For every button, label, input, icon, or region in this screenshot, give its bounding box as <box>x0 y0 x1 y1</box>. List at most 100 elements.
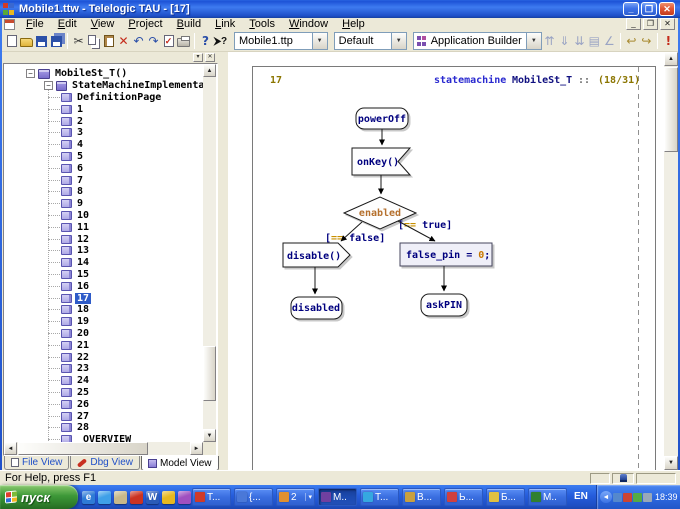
start-button[interactable]: пуск <box>0 485 78 509</box>
new-button[interactable] <box>4 32 19 50</box>
close-button[interactable]: ✕ <box>659 2 675 16</box>
tree-node-root[interactable]: − MobileSt_T() <box>26 68 129 79</box>
scroll-down-icon[interactable]: ▼ <box>664 456 678 470</box>
save-all-button[interactable] <box>49 32 64 50</box>
mdi-minimize-button[interactable]: _ <box>626 18 641 30</box>
messenger-icon[interactable] <box>98 491 111 504</box>
configuration-combobox[interactable]: Default ▼ <box>334 32 407 50</box>
workspace-menu-button[interactable]: ▾ <box>193 53 203 62</box>
tree-page-24[interactable]: 24 <box>61 375 91 386</box>
menu-item-project[interactable]: Project <box>121 18 169 31</box>
build-alert-button[interactable]: ! <box>661 32 676 50</box>
context-help-button[interactable]: ⮞? <box>213 32 228 50</box>
tray-clock[interactable]: 18:39 <box>655 492 678 502</box>
scroll-up-icon[interactable]: ▲ <box>203 64 216 77</box>
tree-page-6[interactable]: 6 <box>61 163 85 174</box>
scroll-left-icon[interactable]: ◄ <box>4 442 17 455</box>
tree-page-13[interactable]: 13 <box>61 245 91 256</box>
task-tau-document[interactable]: Т... <box>192 488 231 506</box>
tree-hscrollbar-thumb[interactable] <box>18 442 148 455</box>
tree-implementation-label[interactable]: StateMachineImplementation c <box>70 80 203 91</box>
task-mobile1-tau[interactable]: М.. <box>318 488 357 506</box>
tree-page-28[interactable]: 28 <box>61 422 91 433</box>
paste-button[interactable] <box>101 32 116 50</box>
workspace-close-button[interactable]: ✕ <box>205 53 215 62</box>
menu-item-tools[interactable]: Tools <box>242 18 282 31</box>
navigate-back-button[interactable]: ↩ <box>624 32 639 50</box>
task-code-window[interactable]: {... <box>234 488 273 506</box>
collapse-icon[interactable]: − <box>26 69 35 78</box>
tree-page-17[interactable]: 17 <box>61 293 91 304</box>
chevron-down-icon[interactable]: ▼ <box>526 33 541 49</box>
chevron-down-icon[interactable]: ▼ <box>312 33 327 49</box>
tree-page-27[interactable]: 27 <box>61 411 91 422</box>
task-window-8[interactable]: Б... <box>486 488 525 506</box>
tree-page-18[interactable]: 18 <box>61 304 91 315</box>
tree-page-11[interactable]: 11 <box>61 222 91 233</box>
cut-button[interactable]: ✂ <box>71 32 86 50</box>
tray-chevron-icon[interactable]: ◄ <box>600 491 612 503</box>
tree-page-9[interactable]: 9 <box>61 198 85 209</box>
tree-page-8[interactable]: 8 <box>61 186 85 197</box>
tree-page-16[interactable]: 16 <box>61 281 91 292</box>
show-desktop-icon[interactable] <box>114 491 127 504</box>
undo-button[interactable]: ↶ <box>131 32 146 50</box>
sheet-button[interactable]: ▤ <box>587 32 602 50</box>
import-down-button[interactable]: ⇓ <box>557 32 572 50</box>
tray-antivirus-icon[interactable] <box>623 493 632 502</box>
chevron-down-icon[interactable]: ▼ <box>391 33 406 49</box>
task-window-9[interactable]: М.. <box>528 488 567 506</box>
menu-item-window[interactable]: Window <box>282 18 335 31</box>
tree-page-2[interactable]: 2 <box>61 116 85 127</box>
paint-icon[interactable] <box>178 491 191 504</box>
tray-display-icon[interactable] <box>643 493 652 502</box>
tree-page-12[interactable]: 12 <box>61 234 91 245</box>
task-internet[interactable]: Т... <box>360 488 399 506</box>
help-button[interactable]: ? <box>198 32 213 50</box>
task-window-7[interactable]: Ь... <box>444 488 483 506</box>
scroll-down-icon[interactable]: ▼ <box>203 429 216 442</box>
tab-dbg-view[interactable]: Dbg View <box>70 456 140 470</box>
diagram-vertical-scrollbar[interactable]: ▲ ▼ <box>664 52 678 470</box>
task-group-2[interactable]: 2▾ <box>276 488 315 506</box>
media-icon[interactable] <box>162 491 175 504</box>
tree-root-label[interactable]: MobileSt_T() <box>53 68 129 79</box>
tab-model-view[interactable]: Model View <box>141 456 219 471</box>
menu-item-view[interactable]: View <box>84 18 122 31</box>
copy-button[interactable] <box>86 32 101 50</box>
tree-page-21[interactable]: 21 <box>61 340 91 351</box>
document-system-icon[interactable] <box>4 19 15 30</box>
save-button[interactable] <box>34 32 49 50</box>
tree-page-_OVERVIEW[interactable]: _OVERVIEW <box>61 434 133 442</box>
navigate-forward-button[interactable]: ↪ <box>639 32 654 50</box>
tree-page-7[interactable]: 7 <box>61 175 85 186</box>
diagram-pane[interactable]: 17 statemachine MobileSt_T :: (18/31) po… <box>228 52 664 470</box>
ie-icon[interactable]: e <box>82 491 95 504</box>
tree-page-15[interactable]: 15 <box>61 269 91 280</box>
tree-page-DefinitionPage[interactable]: DefinitionPage <box>61 92 163 103</box>
word-icon[interactable]: W <box>146 491 159 504</box>
tray-network-icon[interactable] <box>613 493 622 502</box>
measure-button[interactable]: ∠ <box>602 32 617 50</box>
redo-button[interactable]: ↷ <box>146 32 161 50</box>
collapse-icon[interactable]: − <box>44 81 53 90</box>
tree-page-20[interactable]: 20 <box>61 328 91 339</box>
diagram-scrollbar-thumb[interactable] <box>664 67 678 152</box>
tree-page-23[interactable]: 23 <box>61 363 91 374</box>
tray-matrix-icon[interactable] <box>633 493 642 502</box>
check-document-button[interactable]: ✓ <box>161 32 176 50</box>
menu-item-link[interactable]: Link <box>208 18 242 31</box>
tree-page-10[interactable]: 10 <box>61 210 91 221</box>
tree-page-26[interactable]: 26 <box>61 399 91 410</box>
tree-page-25[interactable]: 25 <box>61 387 91 398</box>
menu-item-file[interactable]: File <box>19 18 51 31</box>
import-both-button[interactable]: ⇊ <box>572 32 587 50</box>
minimize-button[interactable]: _ <box>623 2 639 16</box>
tree-page-19[interactable]: 19 <box>61 316 91 327</box>
menu-item-build[interactable]: Build <box>170 18 208 31</box>
mdi-restore-button[interactable]: ❐ <box>643 18 658 30</box>
tree-page-1[interactable]: 1 <box>61 104 85 115</box>
menu-item-help[interactable]: Help <box>335 18 372 31</box>
tree-page-14[interactable]: 14 <box>61 257 91 268</box>
scroll-up-icon[interactable]: ▲ <box>664 52 678 66</box>
